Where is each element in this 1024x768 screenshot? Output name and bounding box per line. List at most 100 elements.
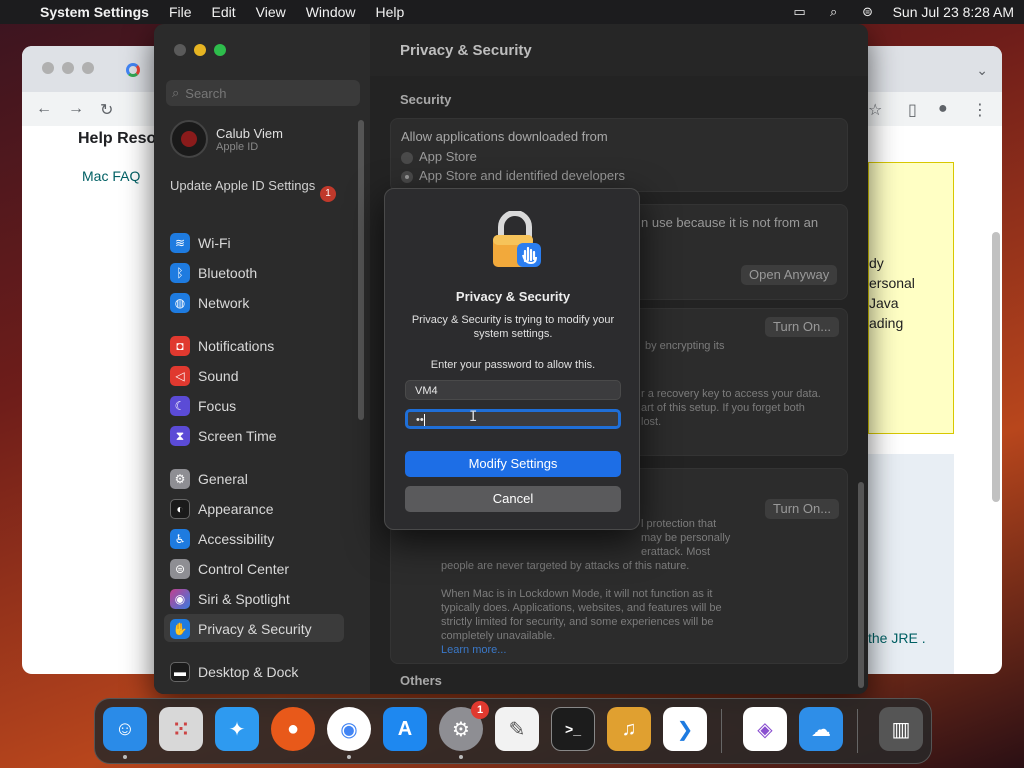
settings-sidebar: ⌕ Search Calub Viem Apple ID Update Appl… (154, 24, 370, 694)
sidebar-item-label: Bluetooth (198, 265, 258, 281)
menubar-clock[interactable]: Sun Jul 23 8:28 AM (893, 4, 1014, 20)
system-settings-icon[interactable]: ⚙ 1 (439, 701, 489, 759)
ibeam-cursor-icon: I (469, 409, 478, 425)
sidebar-item-label: Notifications (198, 338, 275, 354)
firefox-icon[interactable]: ● (271, 707, 315, 751)
content-scrollbar[interactable] (858, 482, 864, 688)
reload-icon[interactable]: ↻ (100, 100, 113, 120)
sidebar-item-label: Network (198, 295, 250, 311)
sidebar-item-general[interactable]: ⚙ General (170, 468, 248, 490)
others-section-label: Others (400, 673, 442, 688)
apple-id-row[interactable]: Calub Viem Apple ID (170, 120, 283, 158)
google-favicon-icon (126, 63, 140, 77)
sidebar-scrollbar[interactable] (358, 120, 364, 420)
sidebar-item-label: Desktop & Dock (198, 664, 299, 680)
filevault-turn-on-button[interactable]: Turn On... (765, 317, 840, 337)
sidebar-item-label: Control Center (198, 561, 290, 577)
dock-icon: ▬ (170, 662, 190, 682)
sidebar-item-accessibility[interactable]: ♿ Accessibility (170, 528, 274, 550)
sidebar-item-privacy-security[interactable]: ✋ Privacy & Security (170, 618, 312, 640)
blocked-app-text: n use because it is not from an (641, 215, 819, 230)
bluetooth-icon: ᛒ (170, 263, 190, 283)
finder-icon[interactable]: ☺ (103, 707, 147, 759)
radio-button[interactable] (401, 151, 413, 164)
menu-window[interactable]: Window (306, 4, 356, 20)
lockdown-text: people are never targeted by attacks of … (441, 560, 690, 572)
zoom-button[interactable] (214, 44, 226, 56)
sidebar-item-label: General (198, 471, 248, 487)
lockdown-desc: completely unavailable. (441, 630, 556, 642)
screen-mirroring-icon[interactable]: ▭ (791, 4, 809, 19)
search-input[interactable]: ⌕ Search (166, 80, 360, 106)
sidebar-item-notifications[interactable]: ◘ Notifications (170, 335, 274, 357)
dock-separator (721, 709, 722, 753)
sidebar-item-wifi[interactable]: ≋ Wi-Fi (170, 232, 231, 254)
chrome-icon[interactable]: ◉ (327, 707, 371, 759)
jre-link[interactable]: the JRE . (868, 630, 926, 646)
browser-close-button[interactable] (42, 62, 54, 74)
app-name-menu[interactable]: System Settings (40, 4, 149, 20)
radio-label: App Store and identified developers (419, 168, 625, 183)
sidebar-item-control-center[interactable]: ⊜ Control Center (170, 558, 289, 580)
learn-more-link[interactable]: Learn more... (441, 643, 506, 657)
open-anyway-button[interactable]: Open Anyway (741, 265, 838, 285)
side-panel-icon[interactable]: ▯ (908, 100, 917, 120)
mac-faq-link[interactable]: Mac FAQ (82, 168, 140, 184)
visual-studio-icon[interactable]: ◈ (743, 707, 787, 751)
sidebar-item-sound[interactable]: ◁ Sound (170, 365, 238, 387)
radio-button-selected[interactable] (401, 170, 413, 183)
sidebar-item-label: Screen Time (198, 428, 277, 444)
menu-view[interactable]: View (256, 4, 286, 20)
search-icon: ⌕ (172, 85, 180, 100)
vscode-icon[interactable]: ❯ (663, 707, 707, 751)
garageband-icon[interactable]: ♫ (607, 707, 651, 751)
menu-edit[interactable]: Edit (212, 4, 236, 20)
radio-identified-developers[interactable]: App Store and identified developers (401, 168, 625, 183)
weather-icon[interactable]: ☁ (799, 707, 843, 751)
terminal-icon[interactable]: >_ (551, 707, 595, 751)
textedit-icon[interactable]: ✎ (495, 707, 539, 751)
profile-icon[interactable]: ● (938, 100, 948, 118)
lock-icon (493, 211, 541, 267)
accessibility-icon: ♿ (170, 529, 190, 549)
spotlight-search-icon[interactable]: ⌕ (825, 4, 843, 19)
auth-dialog: Privacy & Security Privacy & Security is… (384, 188, 640, 530)
launchpad-icon[interactable]: ⁙ (159, 707, 203, 751)
menu-file[interactable]: File (169, 4, 192, 20)
forward-arrow-icon[interactable]: → (68, 100, 84, 118)
dialog-message: Privacy & Security is trying to modify y… (411, 314, 615, 340)
callout-line: Java (869, 295, 899, 311)
sidebar-item-network[interactable]: ◍ Network (170, 292, 249, 314)
update-apple-id-item[interactable]: Update Apple ID Settings (170, 178, 340, 194)
browser-scrollbar[interactable] (992, 232, 1000, 502)
bookmark-star-icon[interactable]: ☆ (868, 100, 882, 120)
minimize-button[interactable] (194, 44, 206, 56)
radio-app-store[interactable]: App Store (401, 149, 477, 164)
sidebar-item-appearance[interactable]: ◐ Appearance (170, 498, 274, 520)
sidebar-item-screen-time[interactable]: ⧗ Screen Time (170, 425, 277, 447)
sidebar-item-desktop-dock[interactable]: ▬ Desktop & Dock (170, 661, 298, 683)
lockdown-text: l protection that (641, 518, 717, 530)
control-center-icon: ⊜ (170, 559, 190, 579)
app-store-icon[interactable]: A (383, 707, 427, 751)
control-center-icon[interactable]: ⊜ (859, 4, 877, 19)
password-field[interactable]: •• (405, 409, 621, 429)
more-menu-icon[interactable]: ⋮ (972, 100, 988, 120)
tab-search-chevron-icon[interactable]: ⌄ (976, 62, 988, 79)
modify-settings-button[interactable]: Modify Settings (405, 451, 621, 477)
sidebar-item-focus[interactable]: ☾ Focus (170, 395, 236, 417)
trash-icon[interactable]: ▥ (879, 707, 923, 751)
cancel-button[interactable]: Cancel (405, 486, 621, 512)
back-arrow-icon[interactable]: ← (36, 100, 52, 118)
browser-zoom-button[interactable] (82, 62, 94, 74)
lockdown-turn-on-button[interactable]: Turn On... (765, 499, 840, 519)
allow-apps-panel: Allow applications downloaded from App S… (390, 118, 848, 192)
close-button[interactable] (174, 44, 186, 56)
browser-minimize-button[interactable] (62, 62, 74, 74)
sidebar-item-bluetooth[interactable]: ᛒ Bluetooth (170, 262, 257, 284)
safari-icon[interactable]: ✦ (215, 707, 259, 751)
menu-help[interactable]: Help (376, 4, 405, 20)
allow-apps-label: Allow applications downloaded from (401, 129, 608, 144)
username-field[interactable]: VM4 (405, 380, 621, 400)
sidebar-item-siri-spotlight[interactable]: ◉ Siri & Spotlight (170, 588, 290, 610)
